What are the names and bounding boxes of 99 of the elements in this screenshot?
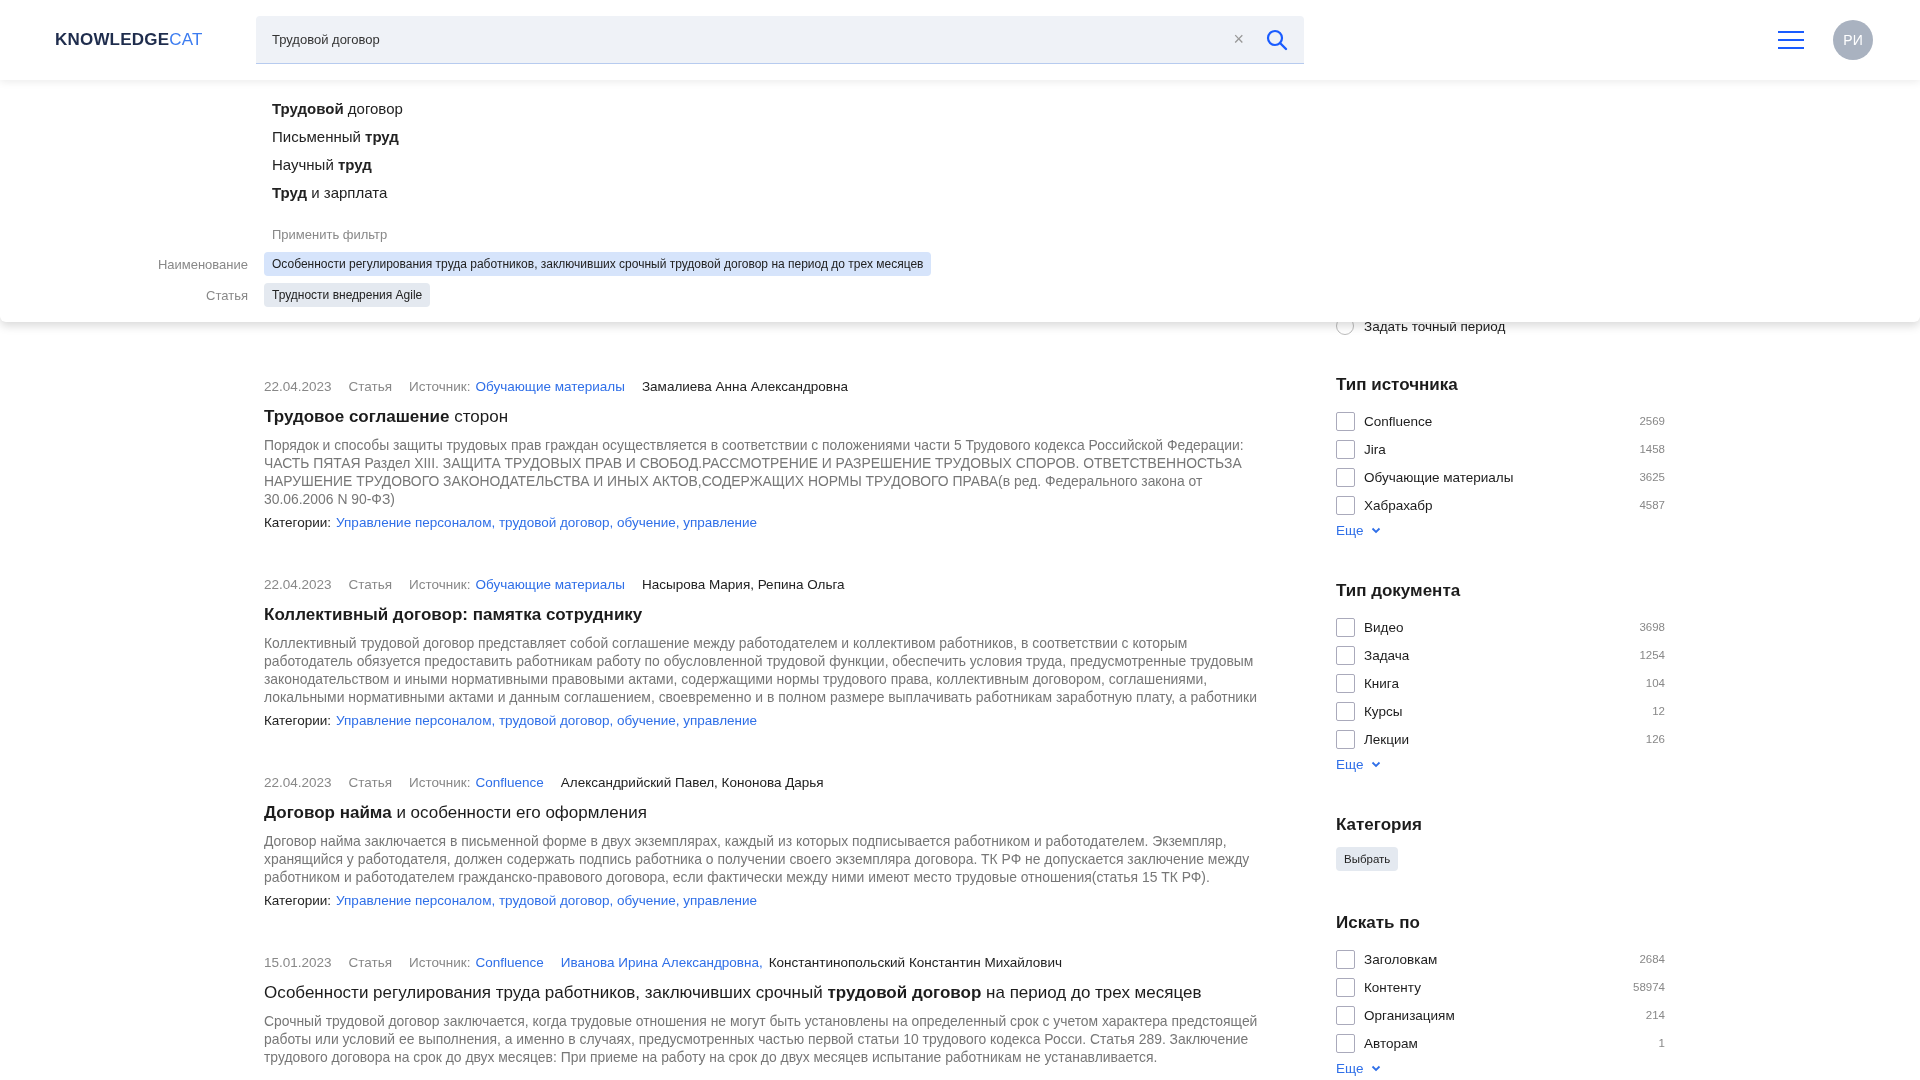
result-snippet: Договор найма заключается в письменной форме в двух экземплярах, каждый из которых подписывается работником и работодателем. Экземпляр, хранящийся у работодателя, должен содержать подпись работника о получении своего экземпляра договора. ТК РФ не допускается заключение между работником и работодателем гражданско-правового договора, если фактически между ними имеют место трудовые отношения(статья 15 ТК РФ). (264, 832, 1251, 886)
source-label: Источник: (409, 576, 471, 594)
item-count: 58974 (1633, 981, 1665, 993)
checkbox-label: Заголовкам (1364, 951, 1439, 967)
item-count: 12 (1652, 705, 1665, 717)
search-icon[interactable] (1266, 28, 1288, 51)
section-title: Искать по (1336, 913, 1421, 933)
checkbox-label: Обучающие материалы (1364, 469, 1515, 485)
result-title[interactable]: Трудовое соглашение сторон (264, 406, 1264, 428)
result-date: 22.04.2023 (264, 378, 332, 396)
item-count: 104 (1645, 677, 1665, 689)
filter-label: Статья (205, 287, 248, 303)
checkbox[interactable] (1336, 617, 1355, 637)
result-type: Статья (348, 774, 393, 792)
suggestion-item[interactable]: Труд и зарплата (272, 179, 388, 207)
item-count: 3698 (1639, 621, 1665, 633)
checkbox[interactable] (1336, 701, 1355, 721)
result-type: Статья (348, 576, 393, 594)
checkbox-label: Контенту (1364, 979, 1422, 995)
checkbox[interactable] (1336, 1005, 1355, 1025)
section-title: Тип источника (1336, 375, 1459, 395)
result-date: 22.04.2023 (264, 774, 332, 792)
checkbox[interactable] (1336, 977, 1355, 997)
result-snippet: Порядок и способы защиты трудовых прав граждан осуществляется в соответствии с положениями части 5 Трудового кодекса Российской Федерации: ЧАСТЬ ПЯТАЯ Раздел XIII. ЗАЩИТА ТРУДОВЫХ ПРАВ И СВОБОД.РАССМОТРЕНИЕ И РАЗРЕШЕНИЕ ТРУДОВЫХ СПОРОВ. ОТВЕТСТВЕННОСТЬЗА НАРУШЕНИЕ ТРУДОВОГО ЗАКОНОДАТЕЛЬСТВА И ИНЫХ АКТОВ,СОДЕРЖАЩИХ НОРМЫ ТРУДОВОГО ПРАВА(в ред. Федерального закона от 30.06.2006 N 90-ФЗ) (264, 436, 1245, 508)
checkbox[interactable] (1336, 439, 1355, 459)
checkbox-label: Видео (1364, 619, 1405, 635)
result-type: Статья (348, 378, 393, 396)
checkbox[interactable] (1336, 673, 1355, 693)
section-title: Тип документа (1336, 581, 1462, 601)
checkbox[interactable] (1336, 1033, 1355, 1053)
item-count: 2684 (1639, 953, 1665, 965)
chevron-icon (1371, 527, 1382, 534)
result-snippet: Коллективный трудовой договор представляет собой соглашение между работодателем и коллективом работников, в соответствии с которым работодатель обязуется предоставить работникам работу по обусловленной трудовой функции, обеспечить условия труда, предусмотренные трудовым законодательством и иными нормативными правовыми актами, содержащими нормы трудового права, коллективным договором, соглашениями, локальными нормативными актами и данным соглашением, своевременно и в полном размере выплачивать работникам заработную плату, а работники (264, 634, 1258, 706)
result-snippet: Срочный трудовой договор заключается, когда трудовые отношения не могут быть установлены на определенный срок с учетом характера предстоящей работы или условий ее выполнения, а именно в случаях, предусмотренных частью первой статьи 10 трудового кодекса Росси. Статья 289. Заключение трудового договора на срок до двух месяцев: При приеме на работу на срок до двух месяцев испытание работникам не устанавливается. (264, 1012, 1259, 1066)
author-name: Константинопольский Константин Михайлович (768, 954, 1063, 972)
more-link[interactable]: Еще (1336, 523, 1382, 538)
item-count: 3625 (1639, 471, 1665, 483)
author-name: Замалиева Анна Александровна (641, 378, 848, 396)
filter-chip[interactable]: Особенности регулирования труда работников, заключивших срочный трудовой договор на период до трех месяцев (264, 252, 932, 276)
filter-hint: Применить фильтр (272, 226, 389, 244)
author-name: Насырова Мария, Репина Ольга (641, 576, 845, 594)
checkbox-label: Confluence (1364, 413, 1434, 429)
result-title[interactable]: Особенности регулирования труда работников, заключивших срочный трудовой договор на период до трех месяцев (264, 982, 1264, 1004)
source-label: Источник: (409, 378, 471, 396)
item-count: 126 (1645, 733, 1665, 745)
filter-chip[interactable]: Трудности внедрения Agile (264, 283, 431, 307)
source-link[interactable]: Confluence (475, 774, 544, 792)
checkbox-label: Организациям (1364, 1007, 1456, 1023)
categories-link[interactable]: Управление персоналом, трудовой договор, обучение, управление (336, 893, 758, 908)
item-count: 2569 (1639, 415, 1665, 427)
item-count: 1 (1658, 1037, 1665, 1049)
chevron-icon (1371, 1065, 1382, 1072)
more-link[interactable]: Еще (1336, 1061, 1382, 1076)
checkbox-label: Jira (1364, 441, 1387, 457)
source-link[interactable]: Обучающие материалы (475, 576, 625, 594)
radio-label: Задать точный период (1364, 318, 1506, 334)
section-title: Категория (1336, 815, 1423, 835)
categories-label: Категории: (264, 515, 332, 530)
search-field[interactable]: Трудовой договор × (256, 16, 1304, 64)
chevron-icon (1371, 761, 1382, 768)
item-count: 1254 (1639, 649, 1665, 661)
suggestion-item[interactable]: Письменный труд (272, 123, 399, 151)
checkbox[interactable] (1336, 645, 1355, 665)
author-name[interactable]: Иванова Ирина Александровна, (560, 954, 763, 972)
result-date: 15.01.2023 (264, 954, 332, 972)
more-link[interactable]: Еще (1336, 757, 1382, 772)
checkbox[interactable] (1336, 467, 1355, 487)
checkbox[interactable] (1336, 949, 1355, 969)
result-title[interactable]: Договор найма и особенности его оформления (264, 802, 1264, 824)
source-link[interactable]: Обучающие материалы (475, 378, 625, 396)
logo[interactable]: KNOWLEDGECAT (55, 30, 256, 50)
source-label: Источник: (409, 954, 471, 972)
suggestion-item[interactable]: Трудовой договор (272, 95, 403, 123)
checkbox[interactable] (1336, 411, 1355, 431)
checkbox-label: Авторам (1364, 1035, 1419, 1051)
categories-link[interactable]: Управление персоналом, трудовой договор, обучение, управление (336, 713, 758, 728)
filter-label: Наименование (156, 256, 248, 272)
categories-link[interactable]: Управление персоналом, трудовой договор, обучение, управление (336, 515, 758, 530)
author-name: Александрийский Павел, Кононова Дарья (560, 774, 824, 792)
result-type: Статья (348, 954, 393, 972)
checkbox[interactable] (1336, 495, 1355, 515)
item-count: 1458 (1639, 443, 1665, 455)
menu-icon[interactable] (1778, 30, 1804, 50)
checkbox-label: Курсы (1364, 703, 1404, 719)
checkbox-label: Лекции (1364, 731, 1411, 747)
checkbox-label: Задача (1364, 647, 1411, 663)
source-label: Источник: (409, 774, 471, 792)
checkbox-label: Книга (1364, 675, 1400, 691)
source-link[interactable]: Confluence (475, 954, 544, 972)
checkbox[interactable] (1336, 729, 1355, 749)
item-count: 4587 (1639, 499, 1665, 511)
result-date: 22.04.2023 (264, 576, 332, 594)
categories-label: Категории: (264, 713, 332, 728)
checkbox-label: Хабрахабр (1364, 497, 1434, 513)
categories-label: Категории: (264, 893, 332, 908)
result-title[interactable]: Коллективный договор: памятка сотруднику (264, 604, 1264, 626)
select-button[interactable]: Выбрать (1336, 847, 1399, 871)
item-count: 214 (1645, 1009, 1665, 1021)
suggestion-item[interactable]: Научный труд (272, 151, 372, 179)
